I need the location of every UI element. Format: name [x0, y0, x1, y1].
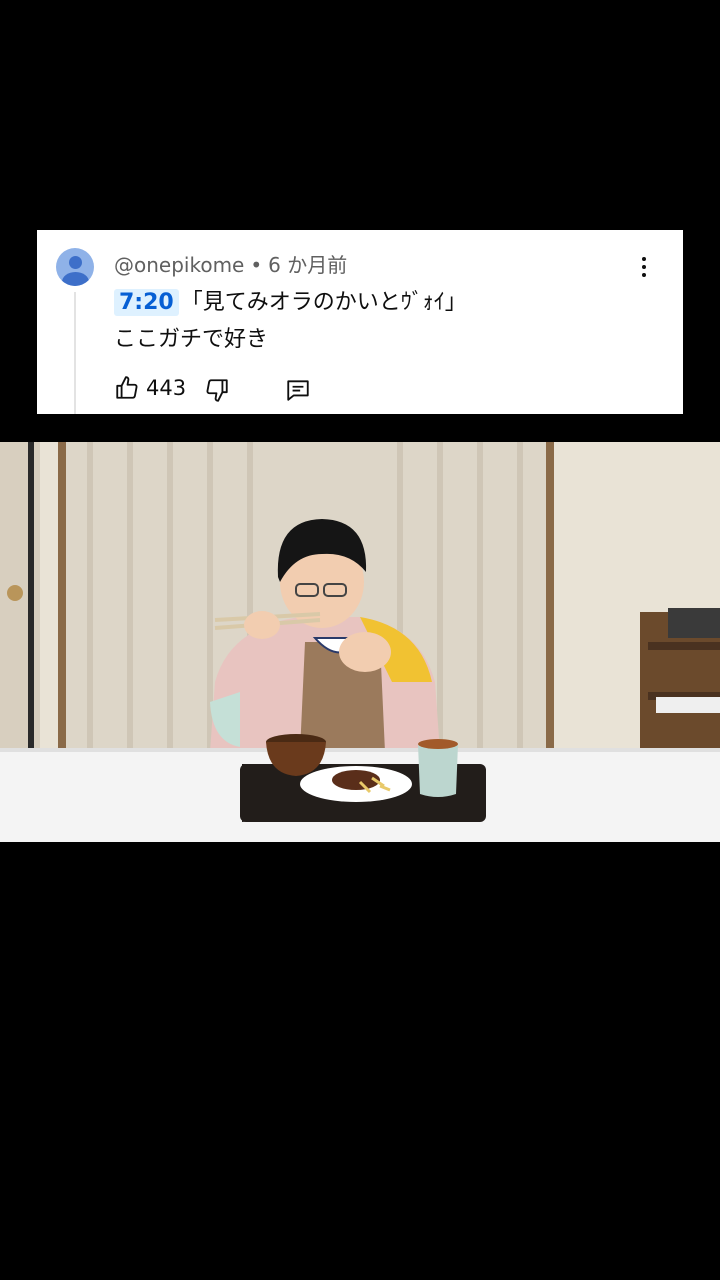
avatar[interactable]: [56, 248, 94, 286]
comment-card: @onepikome • 6 か月前 7:20 「見てみオラのかいとｳﾞｫｲ」 ここガ…: [37, 230, 683, 414]
comment-quote: 「見てみオラのかいとｳﾞｫｲ」: [180, 290, 467, 315]
comment-reply-icon[interactable]: [284, 377, 312, 403]
comment-time: 6 か月前: [268, 253, 348, 277]
thumbs-up-icon[interactable]: [114, 375, 140, 401]
comment-text-line2: ここガチで好き: [114, 327, 269, 352]
comment-author[interactable]: @onepikome: [114, 253, 244, 277]
thread-line: [74, 292, 76, 414]
avatar-head: [69, 256, 82, 269]
comment-meta: @onepikome • 6 か月前: [114, 249, 347, 278]
comment-text-line1: 7:20 「見てみオラのかいとｳﾞｫｲ」: [114, 284, 467, 316]
dining-scene-illustration: [0, 442, 720, 842]
more-vert-icon[interactable]: [634, 254, 654, 280]
like-count: 443: [146, 376, 187, 400]
timestamp-link[interactable]: 7:20: [114, 289, 179, 316]
video-frame[interactable]: [0, 442, 720, 842]
avatar-body: [62, 272, 89, 286]
thumbs-down-icon[interactable]: [204, 377, 230, 403]
meta-separator: •: [250, 253, 263, 277]
